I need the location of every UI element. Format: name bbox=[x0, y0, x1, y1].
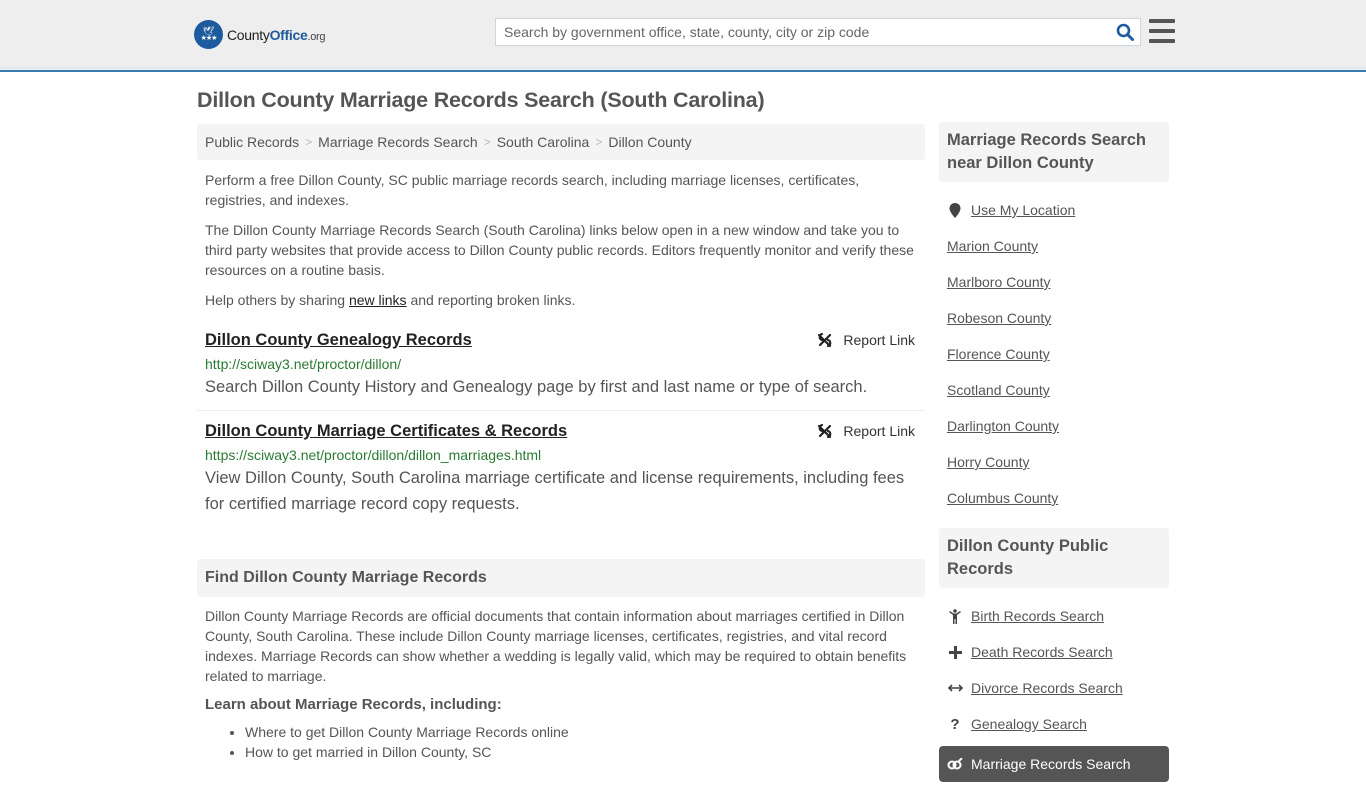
link-url: https://sciway3.net/proctor/dillon/dillo… bbox=[205, 447, 542, 463]
nearby-county-item[interactable]: Florence County bbox=[939, 336, 1169, 372]
genealogy-link[interactable]: Genealogy Search bbox=[971, 716, 1087, 732]
breadcrumb-south-carolina[interactable]: South Carolina bbox=[497, 134, 590, 150]
new-links-link[interactable]: new links bbox=[349, 292, 407, 308]
search-icon bbox=[1116, 23, 1134, 41]
link-item: Dillon County Marriage Certificates & Re… bbox=[197, 410, 925, 527]
find-records-heading: Find Dillon County Marriage Records bbox=[197, 559, 925, 597]
sidebar-item-death-records[interactable]: Death Records Search bbox=[939, 634, 1169, 670]
learn-list-item: How to get married in Dillon County, SC bbox=[245, 742, 925, 762]
search-box bbox=[495, 18, 1141, 46]
sidebar: Marriage Records Search near Dillon Coun… bbox=[939, 122, 1169, 794]
nearby-county-link[interactable]: Marlboro County bbox=[947, 274, 1051, 290]
nearby-county-link[interactable]: Robeson County bbox=[947, 310, 1051, 326]
arrows-horizontal-icon bbox=[947, 683, 963, 693]
breadcrumb-separator: > bbox=[595, 135, 603, 149]
broken-link-icon bbox=[818, 423, 832, 439]
broken-link-icon bbox=[818, 332, 832, 348]
search-button[interactable] bbox=[1110, 19, 1140, 45]
nearby-county-link[interactable]: Scotland County bbox=[947, 382, 1050, 398]
link-item: Dillon County Genealogy Records Report L… bbox=[197, 320, 925, 410]
hamburger-menu-icon[interactable] bbox=[1149, 19, 1175, 43]
search-input[interactable] bbox=[496, 19, 1110, 45]
breadcrumb-separator: > bbox=[483, 135, 491, 149]
link-description: View Dillon County, South Carolina marri… bbox=[205, 469, 905, 513]
breadcrumb-separator: > bbox=[305, 135, 313, 149]
intro-text: Help others by sharing bbox=[205, 292, 349, 308]
nearby-county-item[interactable]: Marion County bbox=[939, 228, 1169, 264]
marriage-icon bbox=[947, 758, 963, 770]
breadcrumb: Public Records > Marriage Records Search… bbox=[197, 124, 925, 160]
public-records-list: Birth Records Search Death Records Searc… bbox=[939, 588, 1169, 794]
breadcrumb-public-records[interactable]: Public Records bbox=[205, 134, 299, 150]
divorce-records-link[interactable]: Divorce Records Search bbox=[971, 680, 1123, 696]
sidebar-item-birth-records[interactable]: Birth Records Search bbox=[939, 598, 1169, 634]
nearby-county-link[interactable]: Marion County bbox=[947, 238, 1038, 254]
plus-icon bbox=[947, 645, 963, 659]
birth-records-link[interactable]: Birth Records Search bbox=[971, 608, 1104, 624]
nearby-county-item[interactable]: Marlboro County bbox=[939, 264, 1169, 300]
site-logo[interactable]: 🕊︎ ★★★ CountyOffice.org bbox=[194, 20, 326, 49]
nearby-county-link[interactable]: Horry County bbox=[947, 454, 1029, 470]
link-title[interactable]: Dillon County Genealogy Records bbox=[205, 330, 472, 350]
main-content: Perform a free Dillon County, SC public … bbox=[197, 170, 925, 527]
find-records-section: Dillon County Marriage Records are offic… bbox=[197, 606, 925, 762]
nearby-county-item[interactable]: Scotland County bbox=[939, 372, 1169, 408]
nearby-county-link[interactable]: Darlington County bbox=[947, 418, 1059, 434]
page-title: Dillon County Marriage Records Search (S… bbox=[197, 88, 765, 112]
map-pin-icon bbox=[947, 202, 963, 218]
site-header: 🕊︎ ★★★ CountyOffice.org bbox=[0, 0, 1366, 72]
use-my-location-item[interactable]: Use My Location bbox=[939, 192, 1169, 228]
report-link-button[interactable]: Report Link bbox=[817, 332, 915, 348]
report-link-label: Report Link bbox=[843, 423, 915, 439]
report-link-button[interactable]: Report Link bbox=[817, 423, 915, 439]
intro-text: and reporting broken links. bbox=[406, 292, 576, 308]
nearby-county-item[interactable]: Robeson County bbox=[939, 300, 1169, 336]
sidebar-item-genealogy[interactable]: ? Genealogy Search bbox=[939, 706, 1169, 742]
nearby-county-link[interactable]: Florence County bbox=[947, 346, 1050, 362]
intro-paragraph-3: Help others by sharing new links and rep… bbox=[197, 290, 925, 310]
link-description: Search Dillon County History and Genealo… bbox=[205, 378, 868, 396]
nearby-county-item[interactable]: Darlington County bbox=[939, 408, 1169, 444]
marriage-records-link[interactable]: Marriage Records Search bbox=[971, 756, 1131, 772]
logo-text: CountyOffice.org bbox=[227, 26, 326, 43]
nearby-heading: Marriage Records Search near Dillon Coun… bbox=[939, 122, 1169, 182]
nearby-county-item[interactable]: Horry County bbox=[939, 444, 1169, 480]
question-icon: ? bbox=[950, 715, 960, 733]
public-records-heading: Dillon County Public Records bbox=[939, 528, 1169, 588]
nearby-list: Use My Location Marion County Marlboro C… bbox=[939, 182, 1169, 528]
sidebar-item-marriage-records[interactable]: Marriage Records Search bbox=[939, 746, 1169, 782]
nearby-county-item[interactable]: Columbus County bbox=[939, 480, 1169, 516]
death-records-link[interactable]: Death Records Search bbox=[971, 644, 1113, 660]
nearby-county-link[interactable]: Columbus County bbox=[947, 490, 1058, 506]
use-my-location-link[interactable]: Use My Location bbox=[971, 202, 1075, 218]
intro-paragraph-1: Perform a free Dillon County, SC public … bbox=[205, 172, 860, 208]
learn-heading: Learn about Marriage Records, including: bbox=[205, 696, 502, 713]
intro-paragraph-2: The Dillon County Marriage Records Searc… bbox=[205, 222, 914, 278]
sidebar-item-divorce-records[interactable]: Divorce Records Search bbox=[939, 670, 1169, 706]
intro: Perform a free Dillon County, SC public … bbox=[197, 170, 925, 310]
report-link-label: Report Link bbox=[843, 332, 915, 348]
link-title[interactable]: Dillon County Marriage Certificates & Re… bbox=[205, 421, 567, 441]
find-records-paragraph: Dillon County Marriage Records are offic… bbox=[205, 608, 907, 684]
breadcrumb-marriage-records-search[interactable]: Marriage Records Search bbox=[318, 134, 478, 150]
child-icon bbox=[947, 608, 963, 624]
breadcrumb-dillon-county[interactable]: Dillon County bbox=[608, 134, 691, 150]
learn-list: Where to get Dillon County Marriage Reco… bbox=[197, 722, 925, 762]
learn-list-item: Where to get Dillon County Marriage Reco… bbox=[245, 722, 925, 742]
eagle-logo-icon: 🕊︎ ★★★ bbox=[194, 20, 223, 49]
link-url: http://sciway3.net/proctor/dillon/ bbox=[205, 356, 402, 372]
